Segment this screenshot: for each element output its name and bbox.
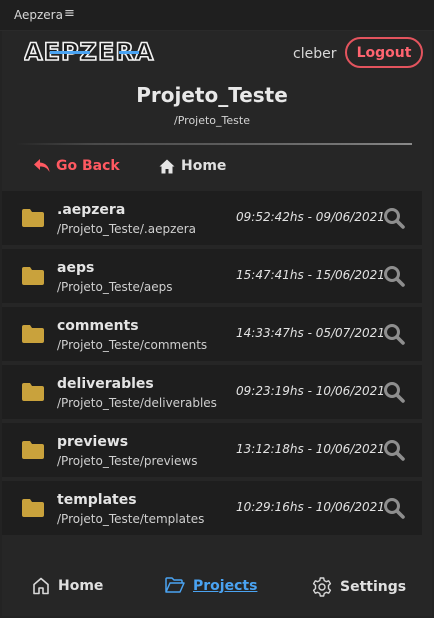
header: AEPZERA cleber Logout Projeto_Teste /Pro… — [2, 31, 432, 191]
folder-icon — [22, 267, 44, 285]
folder-path: /Projeto_Teste/comments — [57, 338, 208, 352]
tab-home-label: Home — [58, 578, 104, 594]
search-icon[interactable] — [383, 265, 405, 287]
app-window: Aepzera ≡ AEPZERA cleber Logout Projeto_… — [0, 0, 434, 618]
folder-row[interactable]: deliverables /Projeto_Teste/deliverables… — [2, 365, 422, 419]
go-back-button[interactable]: Go Back — [34, 158, 120, 174]
folder-name: previews — [57, 434, 129, 450]
folder-row[interactable]: aeps /Projeto_Teste/aeps 15:47:41hs - 15… — [2, 249, 422, 303]
folder-row[interactable]: previews /Projeto_Teste/previews 13:12:1… — [2, 423, 422, 477]
folder-path: /Projeto_Teste/.aepzera — [57, 222, 197, 236]
username: cleber — [293, 46, 337, 62]
folder-name: aeps — [57, 260, 95, 276]
folder-icon — [22, 499, 44, 517]
folder-modified: 13:12:18hs - 10/06/2021 — [236, 442, 385, 456]
folder-modified: 15:47:41hs - 15/06/2021 — [236, 268, 385, 282]
search-icon[interactable] — [383, 323, 405, 345]
home-link[interactable]: Home — [159, 158, 226, 174]
folder-name: deliverables — [57, 376, 154, 392]
tab-home[interactable]: Home — [32, 577, 103, 595]
project-path: /Projeto_Teste — [174, 114, 250, 127]
breadcrumb-nav: Go Back Home — [2, 153, 432, 181]
search-icon[interactable] — [383, 497, 405, 519]
folder-icon — [22, 325, 44, 343]
folder-name: comments — [57, 318, 139, 334]
home-outline-icon — [33, 577, 49, 595]
search-icon[interactable] — [383, 439, 405, 461]
search-icon[interactable] — [383, 381, 405, 403]
folder-icon — [22, 383, 44, 401]
folder-path: /Projeto_Teste/deliverables — [57, 396, 217, 410]
folder-icon — [22, 209, 44, 227]
logout-button[interactable]: Logout — [345, 37, 423, 68]
gear-icon — [312, 577, 332, 597]
aepzera-logo: AEPZERA — [23, 37, 174, 71]
folder-name: templates — [57, 492, 137, 508]
search-icon[interactable] — [383, 207, 405, 229]
folder-modified: 10:29:16hs - 10/06/2021 — [236, 500, 385, 514]
home-link-label: Home — [181, 158, 227, 174]
folder-path: /Projeto_Teste/aeps — [57, 280, 173, 294]
tab-projects-label: Projects — [193, 577, 258, 594]
folder-modified: 09:52:42hs - 09/06/2021 — [236, 210, 385, 224]
reply-arrow-icon — [34, 159, 50, 172]
folder-open-icon — [165, 577, 185, 593]
bottom-nav: Home Projects Settings — [2, 558, 432, 616]
page-title: Projeto_Teste — [136, 83, 288, 107]
folder-path: /Projeto_Teste/previews — [57, 454, 198, 468]
folder-row[interactable]: templates /Projeto_Teste/templates 10:29… — [2, 481, 422, 535]
folder-name: .aepzera — [57, 202, 126, 218]
folder-icon — [22, 441, 44, 459]
home-icon — [159, 159, 175, 173]
folder-path: /Projeto_Teste/templates — [57, 512, 205, 526]
go-back-label: Go Back — [56, 158, 120, 174]
folder-row[interactable]: .aepzera /Projeto_Teste/.aepzera 09:52:4… — [2, 191, 422, 245]
folder-row[interactable]: comments /Projeto_Teste/comments 14:33:4… — [2, 307, 422, 361]
window-title: Aepzera — [14, 8, 63, 22]
folder-modified: 09:23:19hs - 10/06/2021 — [236, 384, 385, 398]
folder-modified: 14:33:47hs - 05/07/2021 — [236, 326, 385, 340]
app-body: AEPZERA cleber Logout Projeto_Teste /Pro… — [2, 31, 432, 616]
header-divider — [16, 143, 412, 145]
window-titlebar: Aepzera ≡ — [0, 0, 434, 31]
tab-settings-label: Settings — [340, 579, 407, 595]
hamburger-menu-icon[interactable]: ≡ — [64, 7, 75, 21]
tab-projects[interactable]: Projects — [165, 577, 257, 594]
tab-settings[interactable]: Settings — [312, 577, 406, 597]
